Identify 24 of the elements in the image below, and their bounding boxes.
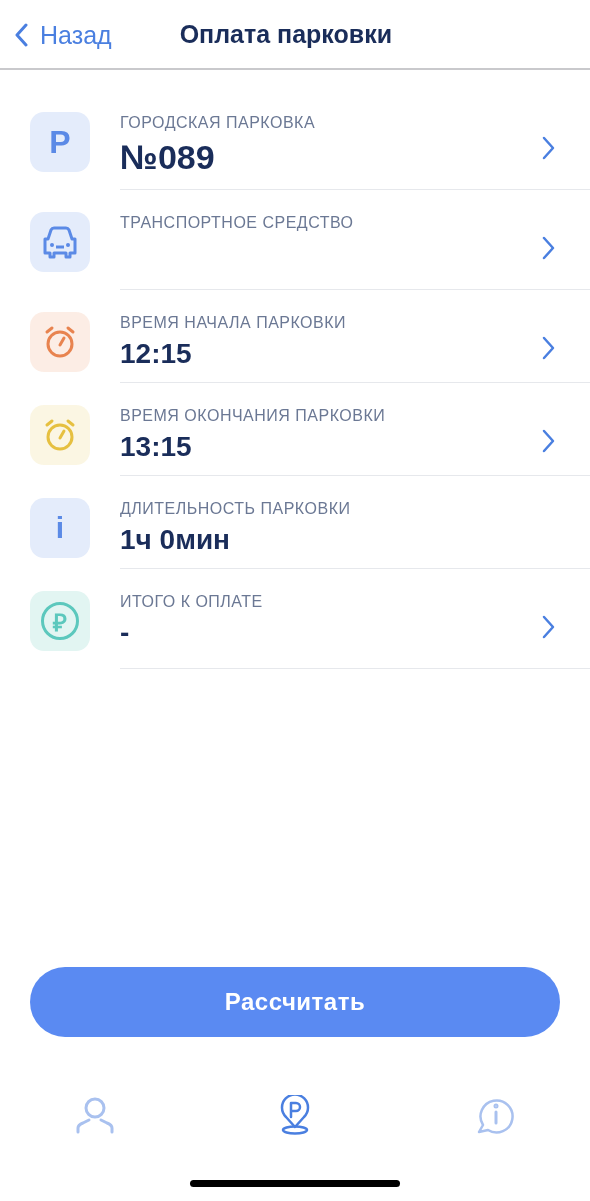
field-label: ВРЕМЯ ОКОНЧАНИЯ ПАРКОВКИ xyxy=(120,407,386,425)
field-value: №089 xyxy=(120,138,216,177)
field-value: 13:15 xyxy=(120,431,193,463)
calculate-button[interactable]: Рассчитать xyxy=(30,967,560,1037)
back-chevron-icon[interactable] xyxy=(14,23,28,47)
field-value: 1ч 0мин xyxy=(120,524,232,556)
field-label: ИТОГО К ОПЛАТЕ xyxy=(120,593,263,611)
back-button[interactable]: Назад xyxy=(0,20,112,50)
field-label: ГОРОДСКАЯ ПАРКОВКА xyxy=(120,114,316,132)
chevron-icon[interactable] xyxy=(542,136,556,160)
chevron-icon[interactable] xyxy=(542,615,556,639)
field-value: - xyxy=(120,617,131,649)
chevron-icon[interactable] xyxy=(542,429,556,453)
row-icon xyxy=(30,212,90,272)
field-label: ДЛИТЕЛЬНОСТЬ ПАРКОВКИ xyxy=(120,500,351,518)
screen-title: Оплата парковки xyxy=(179,19,393,49)
row-icon: ₽ xyxy=(30,591,90,651)
field-label: ВРЕМЯ НАЧАЛА ПАРКОВКИ xyxy=(120,314,347,332)
row-icon: P xyxy=(30,112,90,172)
field-value: 12:15 xyxy=(120,338,193,370)
row-icon: i xyxy=(30,498,90,558)
chevron-icon[interactable] xyxy=(542,236,556,260)
chevron-icon[interactable] xyxy=(542,336,556,360)
field-label: ТРАНСПОРТНОЕ СРЕДСТВО xyxy=(120,214,354,232)
